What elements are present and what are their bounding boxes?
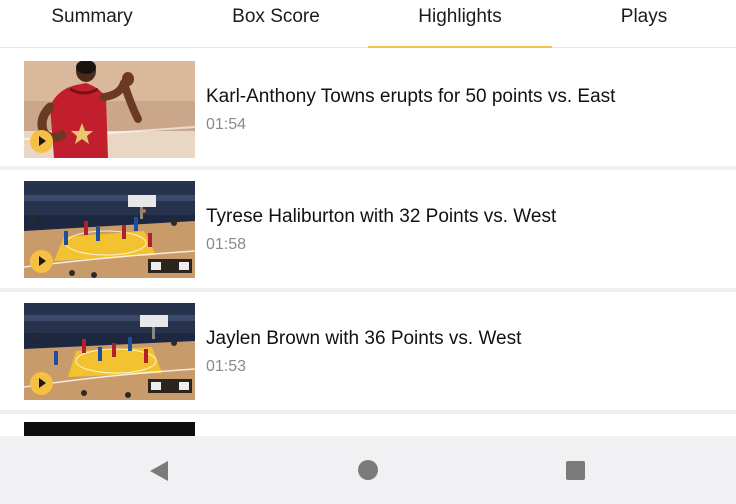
item-meta: Jaylen Brown with 36 Points vs. West 01:… <box>206 327 521 376</box>
home-circle-icon[interactable] <box>358 460 378 480</box>
list-item[interactable]: Jaylen Brown with 36 Points vs. West 01:… <box>0 292 736 414</box>
list-item[interactable] <box>0 414 736 436</box>
screen: Summary Box Score Highlights Plays Karl-… <box>0 0 736 504</box>
highlight-title: Tyrese Haliburton with 32 Points vs. Wes… <box>206 205 557 227</box>
play-icon[interactable] <box>30 129 53 153</box>
highlights-list: Karl-Anthony Towns erupts for 50 points … <box>0 48 736 436</box>
video-thumbnail[interactable] <box>24 60 195 158</box>
tab-label: Plays <box>620 6 668 27</box>
tab-box-score[interactable]: Box Score <box>184 0 368 48</box>
play-icon[interactable] <box>30 371 53 395</box>
system-nav-bar <box>0 436 736 504</box>
back-triangle-icon[interactable] <box>150 460 172 482</box>
highlight-duration: 01:58 <box>206 235 247 253</box>
video-thumbnail[interactable] <box>24 422 195 436</box>
list-item[interactable]: Karl-Anthony Towns erupts for 50 points … <box>0 48 736 170</box>
highlight-title: Jaylen Brown with 36 Points vs. West <box>206 327 522 349</box>
play-icon[interactable] <box>30 249 53 273</box>
highlight-duration: 01:53 <box>206 357 247 375</box>
recents-square-icon[interactable] <box>566 461 585 480</box>
tab-label: Highlights <box>418 6 502 27</box>
tab-highlights[interactable]: Highlights <box>368 0 552 49</box>
highlight-title: Karl-Anthony Towns erupts for 50 points … <box>206 85 616 107</box>
highlight-duration: 01:54 <box>206 115 247 133</box>
video-thumbnail[interactable] <box>24 180 195 278</box>
item-meta: Karl-Anthony Towns erupts for 50 points … <box>206 85 615 134</box>
video-thumbnail[interactable] <box>24 302 195 400</box>
item-meta: Tyrese Haliburton with 32 Points vs. Wes… <box>206 205 556 254</box>
tab-summary[interactable]: Summary <box>0 0 184 48</box>
tab-label: Box Score <box>232 6 320 27</box>
tab-bar: Summary Box Score Highlights Plays <box>0 0 736 49</box>
tab-label: Summary <box>51 6 133 27</box>
list-item[interactable]: Tyrese Haliburton with 32 Points vs. Wes… <box>0 170 736 292</box>
tab-plays[interactable]: Plays <box>552 0 736 48</box>
